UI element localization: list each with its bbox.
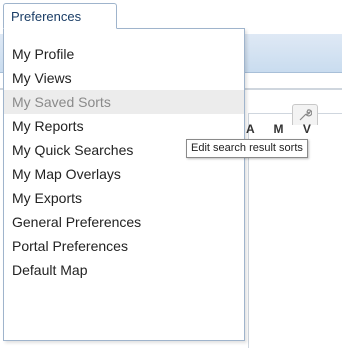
- wrench-icon: [299, 109, 312, 121]
- menu-item-my-profile[interactable]: My Profile: [4, 42, 244, 66]
- menu-item-general-preferences[interactable]: General Preferences: [4, 210, 244, 234]
- preferences-menu: My Profile My Views My Saved Sorts My Re…: [3, 28, 245, 341]
- preferences-tab[interactable]: Preferences: [3, 3, 117, 29]
- menu-item-my-reports[interactable]: My Reports: [4, 114, 244, 138]
- menu-item-default-map[interactable]: Default Map: [4, 258, 244, 282]
- tooltip: Edit search result sorts: [186, 139, 308, 158]
- menu-item-portal-preferences[interactable]: Portal Preferences: [4, 234, 244, 258]
- menu-item-my-exports[interactable]: My Exports: [4, 186, 244, 210]
- menu-item-my-map-overlays[interactable]: My Map Overlays: [4, 162, 244, 186]
- menu-item-my-saved-sorts[interactable]: My Saved Sorts: [4, 90, 244, 114]
- column-headers: A M V: [246, 122, 319, 136]
- menu-item-my-views[interactable]: My Views: [4, 66, 244, 90]
- menu-list: My Profile My Views My Saved Sorts My Re…: [4, 42, 244, 282]
